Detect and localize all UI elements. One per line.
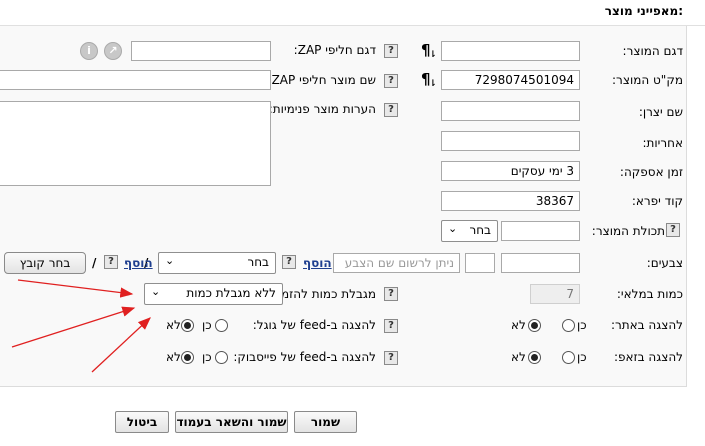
save-and-stay-button[interactable]: שמור והשאר בעמוד xyxy=(175,411,288,433)
cancel-button[interactable]: ביטול xyxy=(115,411,169,433)
annotation-arrow xyxy=(11,306,136,348)
save-button[interactable]: שמור xyxy=(294,411,357,433)
annotation-arrow xyxy=(91,317,151,373)
annotation-arrows xyxy=(11,279,151,373)
annotation-arrow xyxy=(17,279,134,298)
